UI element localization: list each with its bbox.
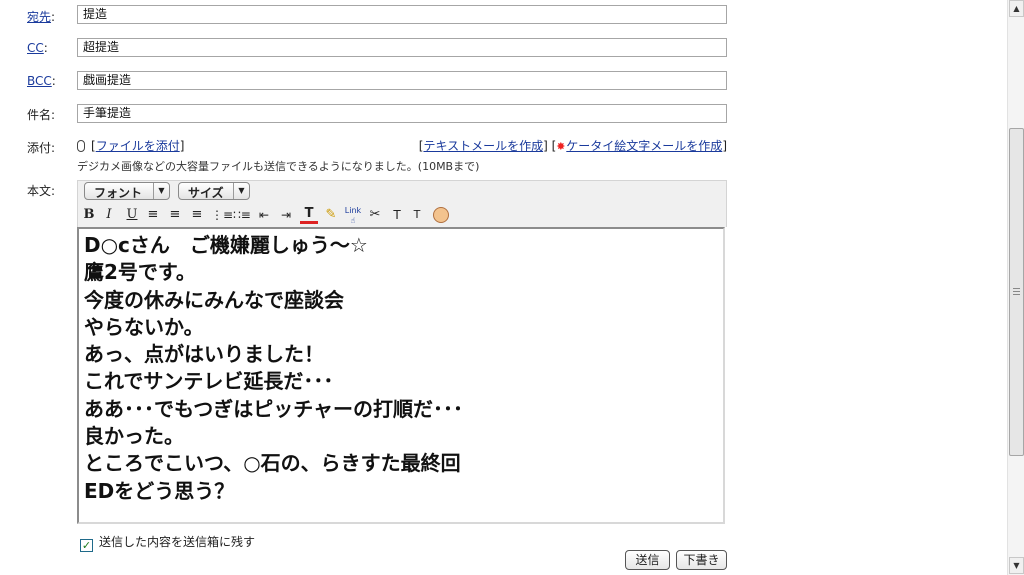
- paperclip-icon: [77, 140, 85, 152]
- to-field[interactable]: 提造: [77, 5, 727, 24]
- attach-line: [ファイルを添付] [テキストメールを作成] [✸ケータイ絵文字メールを作成]: [77, 137, 727, 153]
- scroll-up-icon[interactable]: ▲: [1009, 0, 1024, 17]
- attach-note: デジカメ画像などの大容量ファイルも送信できるようになりました。(10MBまで): [77, 160, 480, 173]
- save-copy-row[interactable]: ✓ 送信した内容を送信箱に残す: [80, 533, 255, 552]
- bcc-label[interactable]: BCC:: [27, 74, 56, 88]
- chevron-down-icon: ▼: [233, 183, 249, 199]
- font-size-down-icon[interactable]: T: [408, 206, 426, 224]
- body-line: ところでこいつ、○石の、らきすた最終回: [84, 451, 461, 476]
- subject-label: 件名:: [27, 108, 56, 122]
- compose-links: [テキストメールを作成] [✸ケータイ絵文字メールを作成]: [418, 139, 727, 153]
- outdent-icon[interactable]: ⇤: [255, 206, 273, 224]
- scissors-icon[interactable]: ✂: [366, 206, 384, 224]
- body-line: 今度の休みにみんなで座談会: [84, 287, 344, 312]
- save-copy-checkbox[interactable]: ✓: [80, 539, 93, 552]
- to-link[interactable]: 宛先: [27, 10, 51, 24]
- body-editor[interactable]: D○cさん ご機嫌麗しゅう～☆ 鷹2号です。 今度の休みにみんなで座談会 やらな…: [77, 227, 725, 524]
- body-line: EDをどう思う？: [84, 478, 235, 503]
- keitai-emoji-icon: ✸: [556, 140, 566, 153]
- align-left-icon[interactable]: ≡: [144, 206, 162, 224]
- draft-button[interactable]: 下書き: [676, 550, 727, 570]
- body-line: あっ、点がはいりました！: [84, 342, 324, 367]
- scroll-thumb[interactable]: [1009, 128, 1024, 456]
- add-file-link[interactable]: ファイルを添付: [96, 139, 180, 153]
- emoji-face-icon[interactable]: [432, 206, 450, 224]
- grip-icon: [1013, 288, 1020, 295]
- send-button[interactable]: 送信: [625, 550, 670, 570]
- cc-field[interactable]: 超提造: [77, 38, 727, 57]
- bcc-link[interactable]: BCC: [27, 74, 52, 88]
- scroll-down-icon[interactable]: ▼: [1009, 557, 1024, 574]
- ordered-list-icon[interactable]: ⋮≡: [211, 206, 233, 224]
- italic-icon[interactable]: I: [100, 206, 118, 224]
- body-line: 鷹2号です。: [84, 260, 196, 285]
- body-label: 本文:: [27, 184, 56, 198]
- to-label[interactable]: 宛先:: [27, 8, 55, 25]
- subject-field[interactable]: 手筆提造: [77, 104, 727, 123]
- save-copy-label: 送信した内容を送信箱に残す: [99, 535, 256, 549]
- underline-icon[interactable]: U: [123, 206, 141, 224]
- align-center-icon[interactable]: ≡: [166, 206, 184, 224]
- font-dropdown[interactable]: フォント ▼: [84, 182, 170, 200]
- highlight-icon[interactable]: ✎: [322, 206, 340, 224]
- bcc-field[interactable]: 戯画提造: [77, 71, 727, 90]
- text-mail-link[interactable]: テキストメールを作成: [423, 139, 543, 153]
- indent-icon[interactable]: ⇥: [277, 206, 295, 224]
- attach-label: 添付:: [27, 141, 56, 155]
- body-line: やらないか。: [84, 314, 204, 339]
- align-right-icon[interactable]: ≡: [188, 206, 206, 224]
- link-icon[interactable]: Link ☝: [344, 206, 362, 225]
- body-line: 良かった。: [84, 424, 184, 449]
- font-size-up-icon[interactable]: T: [388, 206, 406, 224]
- body-line: ああ･･･でもつぎはピッチャーの打順だ･･･: [84, 396, 463, 421]
- chevron-down-icon: ▼: [153, 183, 169, 199]
- bold-icon[interactable]: B: [80, 206, 98, 224]
- size-dropdown[interactable]: サイズ ▼: [178, 182, 250, 200]
- cc-label[interactable]: CC:: [27, 41, 48, 55]
- body-line: D○cさん ご機嫌麗しゅう～☆: [84, 233, 368, 257]
- cc-link[interactable]: CC: [27, 41, 44, 55]
- unordered-list-icon[interactable]: ∷≡: [233, 206, 251, 224]
- editor-toolbar: フォント ▼ サイズ ▼ B I U ≡ ≡ ≡ ⋮≡ ∷≡ ⇤ ⇥ T ✎ L…: [77, 180, 727, 227]
- body-line: これでサンテレビ延長だ･･･: [84, 369, 334, 394]
- keitai-mail-link[interactable]: ケータイ絵文字メールを作成: [566, 139, 722, 153]
- vertical-scrollbar[interactable]: ▲ ▼: [1007, 0, 1024, 575]
- text-color-icon[interactable]: T: [300, 206, 318, 224]
